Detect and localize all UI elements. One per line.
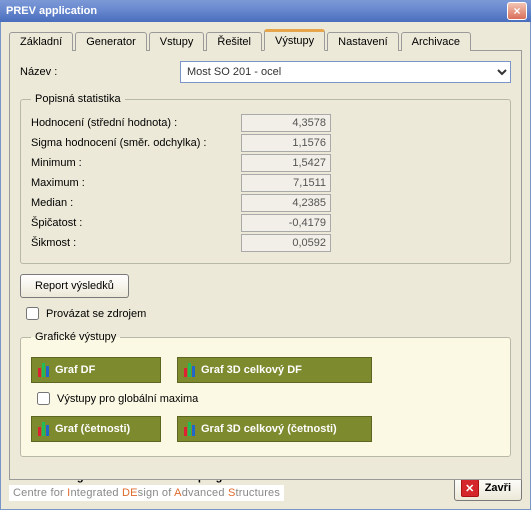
tab-vstupy[interactable]: Vstupy bbox=[149, 32, 205, 51]
provazat-label: Provázat se zdrojem bbox=[46, 308, 146, 320]
stat-value bbox=[241, 154, 331, 172]
stat-label: Hodnocení (střední hodnota) : bbox=[31, 117, 241, 129]
stat-row: Minimum : bbox=[31, 153, 500, 173]
graf-3d-cetnosti-button[interactable]: Graf 3D celkový (četnosti) bbox=[177, 416, 372, 442]
chart-icon bbox=[184, 422, 195, 436]
stat-row: Šikmost : bbox=[31, 233, 500, 253]
tab-zakladni[interactable]: Základní bbox=[9, 32, 73, 51]
graf-fieldset: Grafické výstupy Graf DF Graf 3D celkový… bbox=[20, 331, 511, 457]
chart-icon bbox=[38, 363, 49, 377]
close-icon: ✕ bbox=[461, 479, 479, 497]
stat-label: Sigma hodnocení (směr. odchylka) : bbox=[31, 137, 241, 149]
stat-row: Špičatost : bbox=[31, 213, 500, 233]
nazev-select[interactable]: Most SO 201 - ocel bbox=[180, 61, 511, 83]
button-label: Graf 3D celkový DF bbox=[201, 364, 302, 376]
stat-value bbox=[241, 174, 331, 192]
tab-vystupy[interactable]: Výstupy bbox=[264, 29, 325, 51]
stat-row: Median : bbox=[31, 193, 500, 213]
button-label: Graf DF bbox=[55, 364, 95, 376]
cideas-logo: Centre for Integrated DEsign of Advanced… bbox=[9, 485, 284, 501]
button-label: Graf (četnosti) bbox=[55, 423, 130, 435]
tab-panel: Název : Most SO 201 - ocel Popisná stati… bbox=[9, 50, 522, 480]
stat-value bbox=[241, 194, 331, 212]
stat-row: Maximum : bbox=[31, 173, 500, 193]
chart-icon bbox=[38, 422, 49, 436]
title-bar: PREV application × bbox=[0, 0, 531, 22]
tab-nastaveni[interactable]: Nastavení bbox=[327, 32, 399, 51]
nazev-row: Název : Most SO 201 - ocel bbox=[20, 61, 511, 83]
graf-cetnosti-button[interactable]: Graf (četnosti) bbox=[31, 416, 161, 442]
stat-label: Median : bbox=[31, 197, 241, 209]
tab-archivace[interactable]: Archivace bbox=[401, 32, 471, 51]
stat-row: Hodnocení (střední hodnota) : bbox=[31, 113, 500, 133]
graf-3d-df-button[interactable]: Graf 3D celkový DF bbox=[177, 357, 372, 383]
window-title: PREV application bbox=[6, 5, 97, 17]
maxima-checkbox[interactable]: Výstupy pro globální maxima bbox=[33, 389, 500, 408]
stat-value bbox=[241, 234, 331, 252]
graf-df-button[interactable]: Graf DF bbox=[31, 357, 161, 383]
window-body: Základní Generator Vstupy Řešitel Výstup… bbox=[0, 22, 531, 510]
maxima-label: Výstupy pro globální maxima bbox=[57, 393, 198, 405]
tab-strip: Základní Generator Vstupy Řešitel Výstup… bbox=[9, 28, 522, 50]
stat-label: Špičatost : bbox=[31, 217, 241, 229]
maxima-input[interactable] bbox=[37, 392, 50, 405]
provazat-checkbox[interactable]: Provázat se zdrojem bbox=[22, 304, 511, 323]
stat-row: Sigma hodnocení (směr. odchylka) : bbox=[31, 133, 500, 153]
provazat-input[interactable] bbox=[26, 307, 39, 320]
stat-value bbox=[241, 134, 331, 152]
window-close-button[interactable]: × bbox=[507, 2, 527, 20]
stat-value bbox=[241, 114, 331, 132]
stats-legend: Popisná statistika bbox=[31, 93, 125, 105]
tab-resitel[interactable]: Řešitel bbox=[206, 32, 262, 51]
button-label: Zavři bbox=[485, 482, 511, 494]
stat-label: Minimum : bbox=[31, 157, 241, 169]
chart-icon bbox=[184, 363, 195, 377]
button-label: Graf 3D celkový (četnosti) bbox=[201, 423, 337, 435]
stats-fieldset: Popisná statistika Hodnocení (střední ho… bbox=[20, 93, 511, 264]
nazev-label: Název : bbox=[20, 66, 180, 78]
tab-generator[interactable]: Generator bbox=[75, 32, 147, 51]
report-button[interactable]: Report výsledků bbox=[20, 274, 129, 298]
stat-value bbox=[241, 214, 331, 232]
graf-legend: Grafické výstupy bbox=[31, 331, 120, 343]
stat-label: Maximum : bbox=[31, 177, 241, 189]
stat-label: Šikmost : bbox=[31, 237, 241, 249]
